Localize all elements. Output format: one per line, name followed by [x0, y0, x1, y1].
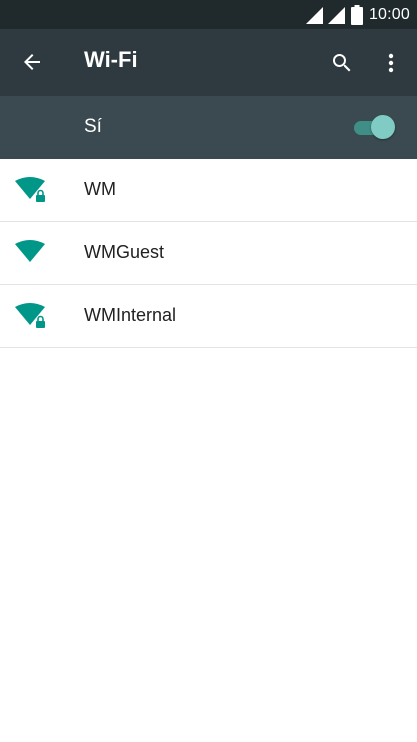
more-vert-icon[interactable] — [379, 51, 403, 75]
battery-icon — [350, 4, 363, 25]
status-time: 10:00 — [368, 5, 410, 23]
network-item-wminternal[interactable]: WMInternal — [0, 285, 417, 348]
network-name: WM — [84, 179, 116, 199]
wifi-lock-icon — [15, 303, 45, 328]
wifi-settings-screen: 10:00 Wi-Fi Sí WM WMGuest WMInternal — [0, 0, 417, 742]
wifi-master-switch-bar[interactable]: Sí — [0, 96, 417, 159]
signal-icon — [305, 6, 323, 24]
status-bar: 10:00 — [0, 0, 417, 29]
network-item-wmguest[interactable]: WMGuest — [0, 222, 417, 285]
signal-icon — [327, 6, 345, 24]
wifi-toggle[interactable] — [354, 115, 395, 139]
arrow-left-icon[interactable] — [20, 50, 44, 74]
network-name: WMInternal — [84, 305, 177, 325]
wifi-lock-icon — [15, 177, 45, 202]
toolbar: Wi-Fi — [0, 29, 417, 96]
wifi-icon — [15, 240, 45, 262]
network-list: WM WMGuest WMInternal — [0, 159, 417, 348]
toggle-thumb — [371, 115, 395, 139]
wifi-switch-label: Sí — [84, 116, 102, 137]
network-name: WMGuest — [84, 242, 165, 262]
page-title: Wi-Fi — [84, 47, 138, 72]
network-item-wm[interactable]: WM — [0, 159, 417, 222]
search-icon[interactable] — [330, 51, 354, 75]
